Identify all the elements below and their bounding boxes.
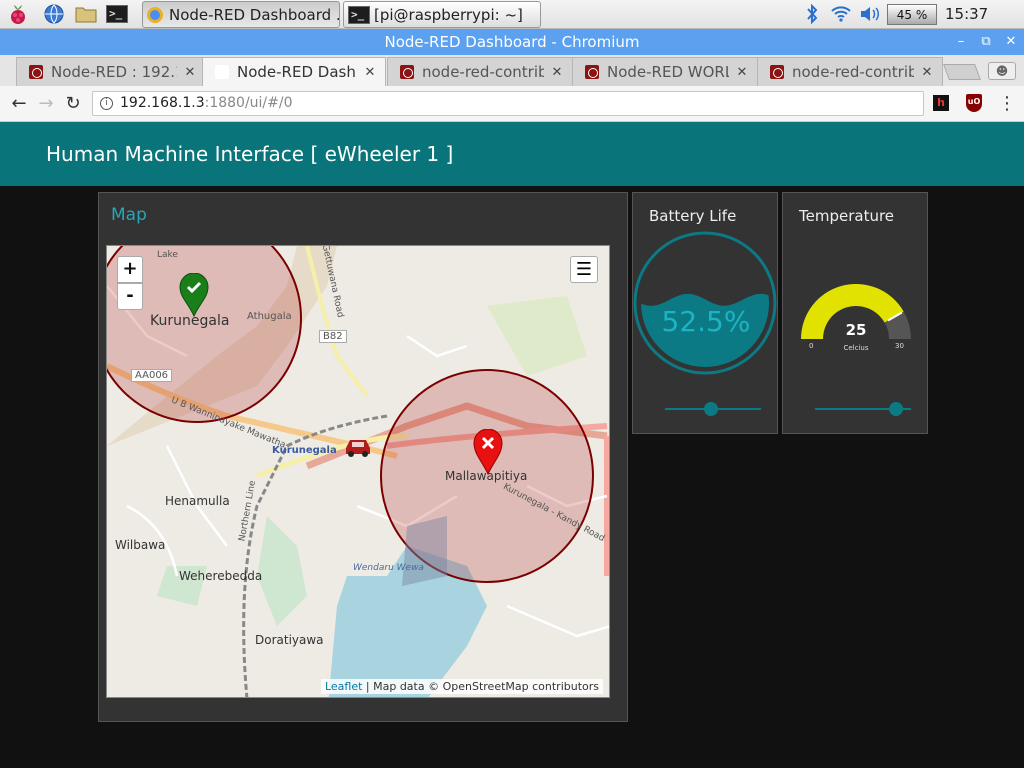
temperature-title: Temperature	[799, 207, 895, 225]
map-place-label: Athugala	[247, 311, 292, 322]
profile-icon[interactable]: ☻	[988, 62, 1016, 80]
window-titlebar[interactable]: Node-RED Dashboard - Chromium – ⧉ ✕	[0, 29, 1024, 55]
node-red-favicon-icon	[29, 65, 43, 79]
maximize-icon[interactable]: ⧉	[975, 29, 997, 55]
clock[interactable]: 15:37	[945, 5, 988, 23]
browser-tab-active[interactable]: Node-RED Dashb ✕	[202, 57, 386, 86]
ok-marker-icon[interactable]	[179, 272, 209, 321]
close-tab-icon[interactable]: ✕	[363, 65, 377, 80]
temperature-panel: Temperature 25 Celcius 0 30	[782, 192, 928, 434]
tab-title: Node-RED WORL	[607, 63, 729, 81]
vehicle-car-icon[interactable]	[343, 436, 373, 462]
node-red-favicon-icon	[585, 65, 599, 79]
tab-title: node-red-contrib-	[422, 63, 544, 81]
page-title: Human Machine Interface [ eWheeler 1 ]	[46, 142, 454, 166]
temperature-max: 30	[895, 342, 904, 350]
map-attribution: Leaflet | Map data © OpenStreetMap contr…	[320, 679, 603, 694]
back-arrow-icon[interactable]: ←	[8, 93, 30, 115]
lake-label: Wendaru Wewa	[353, 563, 424, 573]
browser-tab[interactable]: Node-RED : 192.1 ✕	[16, 57, 206, 86]
slider-knob[interactable]	[888, 402, 903, 416]
taskbar-window-label: [pi@raspberrypi: ~]	[374, 5, 523, 24]
wifi-icon[interactable]	[829, 3, 853, 25]
browser-tab[interactable]: node-red-contrib- ✕	[387, 57, 573, 86]
temperature-min: 0	[809, 342, 814, 350]
browser-tab[interactable]: node-red-contrib- ✕	[757, 57, 943, 86]
cpu-usage-monitor[interactable]: 45 %	[887, 4, 937, 25]
menu-kebab-icon[interactable]: ⋮	[996, 93, 1018, 115]
chrome-icon	[147, 6, 163, 23]
tab-title: Node-RED Dashb	[237, 63, 357, 81]
ublock-shield-icon[interactable]: uO	[966, 94, 982, 112]
terminal-icon[interactable]: >_	[105, 3, 129, 25]
battery-title: Battery Life	[649, 207, 737, 225]
node-red-favicon-icon	[770, 65, 784, 79]
system-taskbar: >_ Node-RED Dashboard ... >_ [pi@raspber…	[0, 0, 1024, 29]
browser-tab-strip: Node-RED : 192.1 ✕ Node-RED Dashb ✕ node-r…	[0, 55, 1024, 86]
raspberry-menu-icon[interactable]	[6, 3, 30, 25]
reload-icon[interactable]: ↻	[62, 93, 84, 115]
close-tab-icon[interactable]: ✕	[920, 65, 934, 80]
taskbar-window-chromium[interactable]: Node-RED Dashboard ...	[142, 1, 340, 28]
terminal-icon: >_	[348, 5, 370, 24]
close-tab-icon[interactable]: ✕	[183, 65, 197, 80]
leaflet-link[interactable]: Leaflet	[325, 680, 362, 693]
zoom-out-button[interactable]: -	[117, 283, 143, 310]
road-label: Kurunegala	[272, 445, 337, 456]
temperature-unit: Celcius	[843, 344, 869, 352]
address-path: :1880/ui/#/0	[204, 95, 293, 111]
temperature-value: 25	[845, 321, 867, 339]
map-place-label: Lake	[157, 250, 178, 260]
close-window-icon[interactable]: ✕	[1000, 29, 1022, 55]
window-title: Node-RED Dashboard - Chromium	[384, 33, 640, 51]
battery-slider[interactable]	[665, 402, 761, 416]
bluetooth-icon[interactable]	[800, 3, 824, 25]
tab-title: Node-RED : 192.1	[51, 63, 177, 81]
temperature-slider[interactable]	[815, 402, 911, 416]
address-bar[interactable]: i 192.168.1.3:1880/ui/#/0	[92, 91, 924, 116]
zoom-in-button[interactable]: +	[117, 256, 143, 283]
layers-menu-icon[interactable]: ☰	[570, 256, 598, 283]
minimize-icon[interactable]: –	[950, 29, 972, 55]
globe-icon[interactable]	[42, 3, 66, 25]
forward-arrow-icon[interactable]: →	[35, 93, 57, 115]
dashboard: Human Machine Interface [ eWheeler 1 ] M…	[0, 122, 1024, 768]
node-red-favicon-icon	[400, 65, 414, 79]
map-place-label: Henamulla	[165, 494, 230, 508]
battery-value: 52.5%	[661, 305, 751, 338]
extension-icon[interactable]: h	[933, 95, 949, 111]
close-tab-icon[interactable]: ✕	[735, 65, 749, 80]
map-place-label: Weherebedda	[179, 569, 263, 583]
map-panel: Map + - ☰ Kurunegala Mallawapitiya Henam…	[98, 192, 628, 722]
map-place-label: Doratiyawa	[255, 633, 324, 647]
new-tab-button[interactable]	[943, 64, 981, 80]
browser-tab[interactable]: Node-RED WORL ✕	[572, 57, 758, 86]
road-shield-label: AA006	[131, 369, 173, 382]
road-shield-label: B82	[319, 330, 347, 343]
tab-title: node-red-contrib-	[792, 63, 914, 81]
folder-icon[interactable]	[74, 3, 98, 25]
battery-panel: Battery Life 52.5%	[632, 192, 778, 434]
taskbar-window-terminal[interactable]: >_ [pi@raspberrypi: ~]	[343, 1, 541, 28]
info-icon[interactable]: i	[100, 97, 113, 110]
attribution-text: | Map data © OpenStreetMap contributors	[365, 680, 599, 693]
dashboard-header: Human Machine Interface [ eWheeler 1 ]	[0, 122, 1024, 186]
volume-icon[interactable]	[858, 3, 882, 25]
close-tab-icon[interactable]: ✕	[550, 65, 564, 80]
map-title: Map	[111, 205, 147, 225]
node-red-favicon-icon	[215, 65, 229, 79]
address-host: 192.168.1.3	[120, 95, 205, 111]
map-place-label: Wilbawa	[115, 538, 166, 552]
worldmap[interactable]: + - ☰ Kurunegala Mallawapitiya Henamulla…	[106, 245, 610, 698]
taskbar-window-label: Node-RED Dashboard ...	[169, 5, 340, 24]
slider-knob[interactable]	[704, 402, 719, 416]
alert-marker-icon[interactable]	[473, 428, 503, 479]
